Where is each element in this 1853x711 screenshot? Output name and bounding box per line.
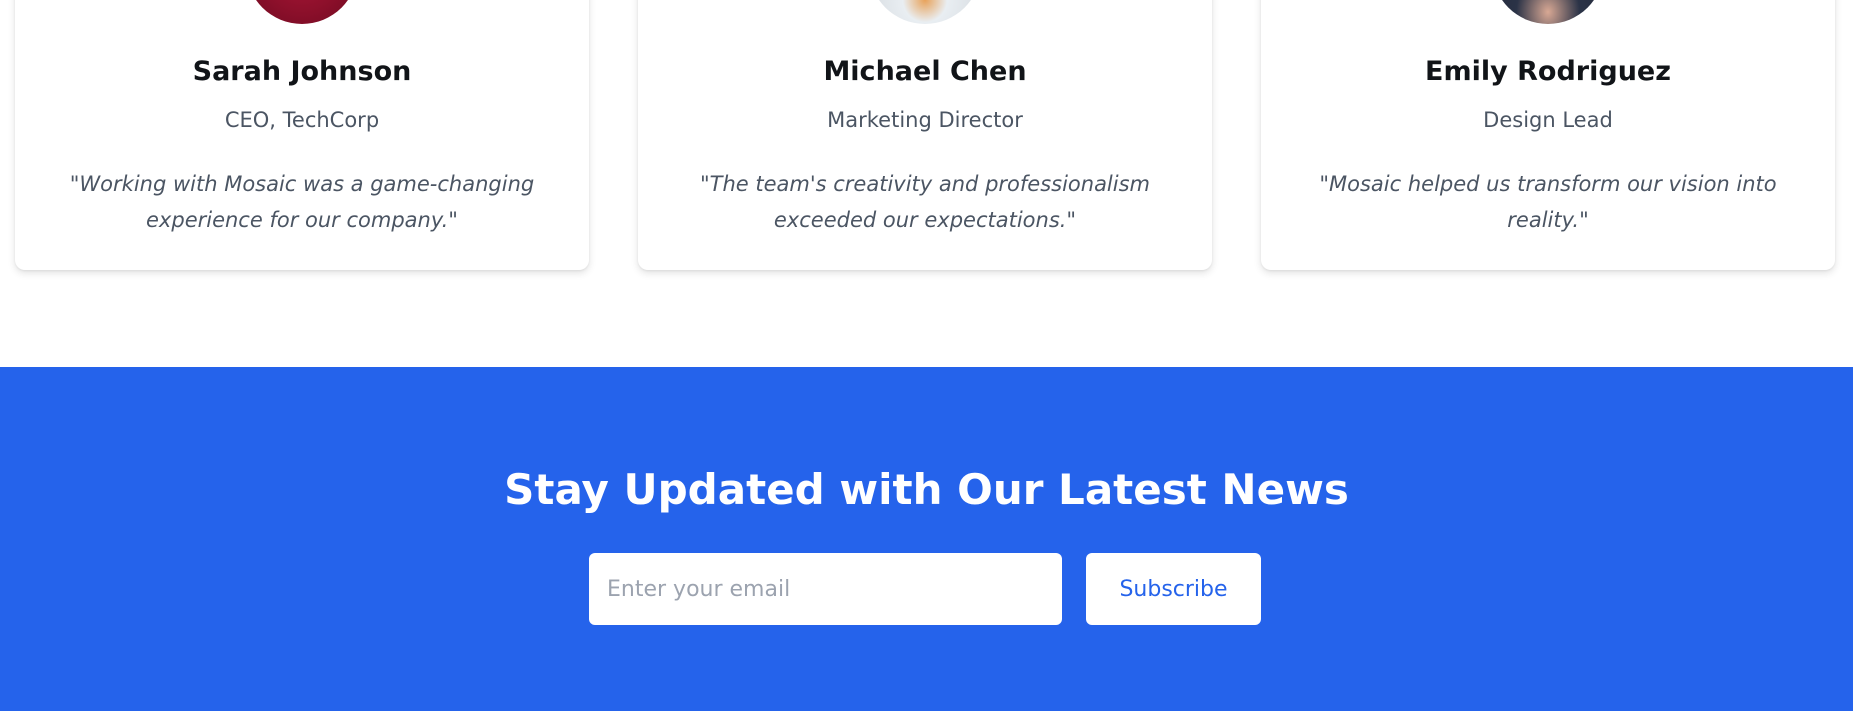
testimonial-quote: "Working with Mosaic was a game-changing… bbox=[69, 172, 535, 232]
testimonial-name: Emily Rodriguez bbox=[1425, 56, 1671, 87]
testimonial-card: Michael Chen Marketing Director "The tea… bbox=[638, 0, 1212, 270]
testimonial-role: Marketing Director bbox=[827, 108, 1023, 132]
newsletter-title: Stay Updated with Our Latest News bbox=[504, 465, 1349, 514]
testimonials-section: Sarah Johnson CEO, TechCorp "Working wit… bbox=[0, 0, 1853, 367]
testimonial-name: Sarah Johnson bbox=[192, 56, 412, 87]
avatar bbox=[246, 0, 358, 24]
testimonial-role: Design Lead bbox=[1483, 108, 1613, 132]
email-input[interactable] bbox=[589, 553, 1062, 625]
testimonial-card: Sarah Johnson CEO, TechCorp "Working wit… bbox=[15, 0, 589, 270]
subscribe-button[interactable]: Subscribe bbox=[1086, 553, 1261, 625]
avatar bbox=[1492, 0, 1604, 24]
testimonial-card: Emily Rodriguez Design Lead "Mosaic help… bbox=[1261, 0, 1835, 270]
avatar bbox=[869, 0, 981, 24]
testimonial-role: CEO, TechCorp bbox=[224, 108, 380, 132]
newsletter-section: Stay Updated with Our Latest News Subscr… bbox=[0, 367, 1853, 711]
testimonial-quote: "The team's creativity and professionali… bbox=[699, 172, 1150, 232]
testimonial-quote: "Mosaic helped us transform our vision i… bbox=[1319, 172, 1777, 232]
page: Sarah Johnson CEO, TechCorp "Working wit… bbox=[0, 0, 1853, 711]
testimonial-name: Michael Chen bbox=[823, 56, 1027, 87]
